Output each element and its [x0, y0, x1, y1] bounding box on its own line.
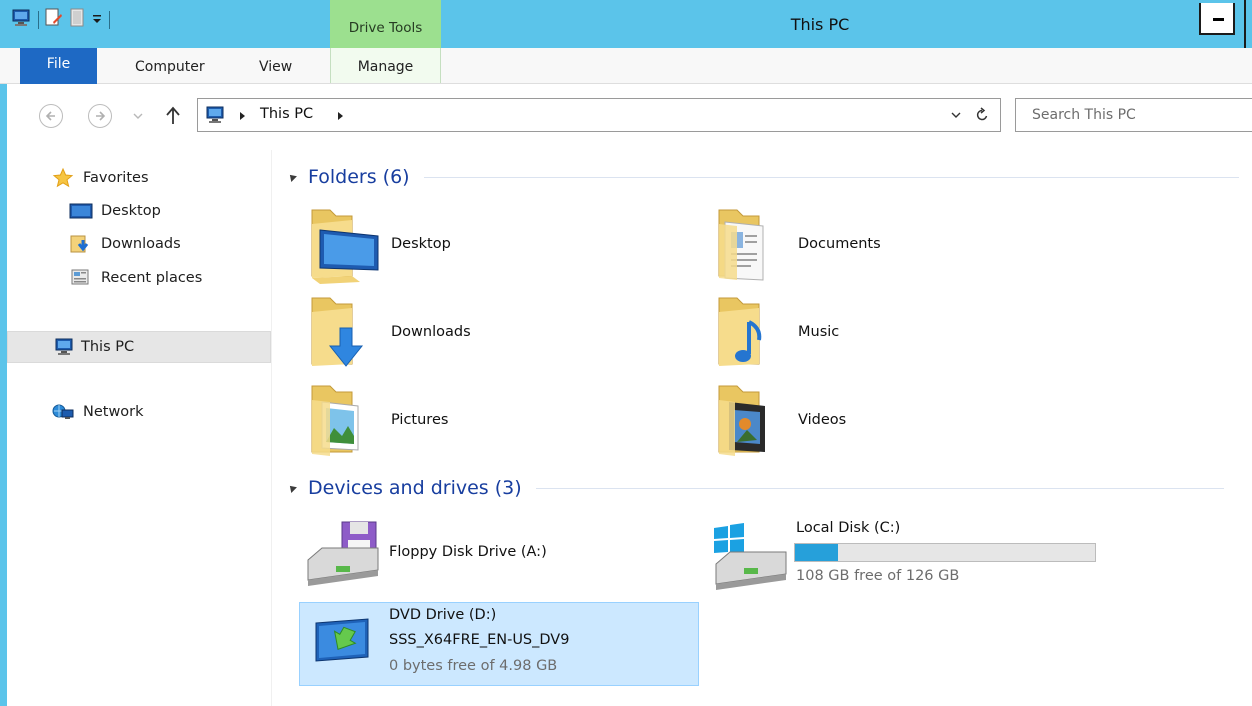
drive-tools-contextual-tab: Drive Tools [330, 0, 441, 48]
this-pc-icon [52, 336, 76, 358]
downloads-icon [69, 233, 93, 255]
back-arrow-icon [45, 111, 55, 121]
window-edge [1244, 0, 1246, 48]
customize-qat-icon[interactable] [91, 11, 103, 29]
navigation-pane: Favorites Desktop Downloads Recent place… [7, 150, 272, 706]
folder-label: Downloads [391, 324, 471, 340]
drive-dvd-d[interactable]: DVD Drive (D:) SSS_X64FRE_EN-US_DV9 0 by… [299, 602, 699, 686]
devices-header-title: Devices and drives (3) [308, 477, 522, 499]
forward-arrow-icon [96, 111, 106, 121]
sidebar-item-favorites[interactable]: Favorites [51, 164, 149, 192]
disk-usage-bar [794, 543, 1096, 562]
tab-computer[interactable]: Computer [135, 48, 205, 83]
documents-folder-icon [718, 209, 764, 281]
title-bar: Drive Tools This PC [0, 0, 1252, 48]
chevron-down-icon [133, 113, 143, 119]
search-input[interactable] [1016, 99, 1252, 131]
recent-locations-button[interactable] [132, 110, 144, 122]
up-arrow-icon [166, 106, 180, 124]
properties-icon[interactable] [45, 8, 63, 32]
folder-label: Music [798, 324, 840, 340]
refresh-button[interactable] [974, 107, 990, 127]
drive-floppy-a[interactable]: Floppy Disk Drive (A:) [302, 518, 682, 590]
drive-tools-label: Drive Tools [348, 20, 423, 36]
sidebar-item-label: This PC [81, 339, 135, 355]
minimize-icon [1213, 18, 1224, 21]
refresh-icon [976, 107, 988, 121]
desktop-folder-icon [311, 209, 379, 284]
drive-volume-label: SSS_X64FRE_EN-US_DV9 [389, 632, 570, 648]
drive-name: Floppy Disk Drive (A:) [389, 544, 547, 560]
tab-view[interactable]: View [259, 48, 292, 83]
new-folder-icon[interactable] [69, 8, 85, 32]
folder-documents[interactable]: Documents [715, 204, 1075, 284]
drive-name: Local Disk (C:) [796, 520, 901, 536]
sidebar-item-label: Favorites [83, 170, 149, 186]
address-history-button[interactable] [950, 109, 962, 125]
sidebar-item-label: Network [83, 404, 144, 420]
folder-label: Pictures [391, 412, 449, 428]
this-pc-icon [204, 106, 226, 128]
window-title: This PC [790, 15, 850, 34]
address-bar[interactable]: This PC [197, 98, 1001, 132]
star-icon [51, 167, 75, 189]
forward-button[interactable] [88, 104, 112, 128]
back-button[interactable] [39, 104, 63, 128]
group-divider [423, 176, 1239, 178]
minimize-button[interactable] [1199, 3, 1235, 35]
folder-desktop[interactable]: Desktop [308, 204, 668, 284]
sidebar-item-desktop[interactable]: Desktop [69, 197, 161, 225]
breadcrumb-arrow-icon[interactable] [240, 112, 245, 120]
desktop-icon [69, 200, 93, 222]
collapse-triangle-icon[interactable] [287, 172, 297, 182]
group-divider [535, 487, 1224, 489]
search-box[interactable] [1015, 98, 1252, 132]
chevron-down-icon [951, 112, 961, 118]
collapse-triangle-icon[interactable] [287, 483, 297, 493]
folders-header-title: Folders (6) [308, 166, 410, 188]
floppy-drive-icon [307, 521, 379, 586]
folder-label: Desktop [391, 236, 451, 252]
drive-free-space: 0 bytes free of 4.98 GB [389, 658, 558, 674]
folder-label: Videos [798, 412, 847, 428]
sidebar-item-label: Desktop [101, 203, 161, 219]
ribbon-tabs: File Computer View Manage [0, 48, 1252, 84]
sidebar-item-label: Recent places [101, 270, 203, 286]
separator [109, 11, 110, 29]
sidebar-item-downloads[interactable]: Downloads [69, 230, 181, 258]
drive-local-disk-c[interactable]: Local Disk (C:) 108 GB free of 126 GB [710, 518, 1110, 590]
recent-places-icon [69, 267, 93, 289]
folder-music[interactable]: Music [715, 292, 1075, 372]
folder-pictures[interactable]: Pictures [308, 380, 668, 460]
network-icon [51, 401, 75, 423]
downloads-folder-icon [311, 297, 364, 367]
sidebar-item-label: Downloads [101, 236, 181, 252]
devices-group-header[interactable]: Devices and drives (3) [272, 475, 1242, 501]
videos-folder-icon [718, 385, 765, 456]
drive-name: DVD Drive (D:) [389, 607, 497, 623]
quick-access-toolbar [10, 8, 110, 32]
folder-downloads[interactable]: Downloads [308, 292, 668, 372]
folder-label: Documents [798, 236, 881, 252]
disk-usage-fill [795, 544, 838, 561]
dvd-drive-icon [315, 618, 369, 662]
pictures-folder-icon [311, 385, 359, 456]
tab-manage[interactable]: Manage [330, 48, 441, 83]
sidebar-item-recent-places[interactable]: Recent places [69, 264, 202, 292]
local-disk-icon [714, 523, 787, 590]
up-button[interactable] [162, 104, 184, 128]
folders-group-header[interactable]: Folders (6) [272, 164, 1242, 190]
drive-free-space: 108 GB free of 126 GB [796, 568, 960, 584]
breadcrumb-arrow-icon[interactable] [338, 112, 343, 120]
sidebar-item-network[interactable]: Network [51, 398, 144, 426]
separator [38, 11, 39, 29]
this-pc-icon[interactable] [10, 9, 32, 31]
folder-videos[interactable]: Videos [715, 380, 1075, 460]
window-edge [0, 84, 7, 706]
breadcrumb-this-pc[interactable]: This PC [260, 106, 313, 122]
sidebar-item-this-pc[interactable]: This PC [7, 331, 271, 363]
music-folder-icon [718, 297, 762, 366]
content-area: Folders (6) Desktop Documents Downloads … [272, 150, 1252, 706]
tab-file[interactable]: File [20, 48, 97, 84]
